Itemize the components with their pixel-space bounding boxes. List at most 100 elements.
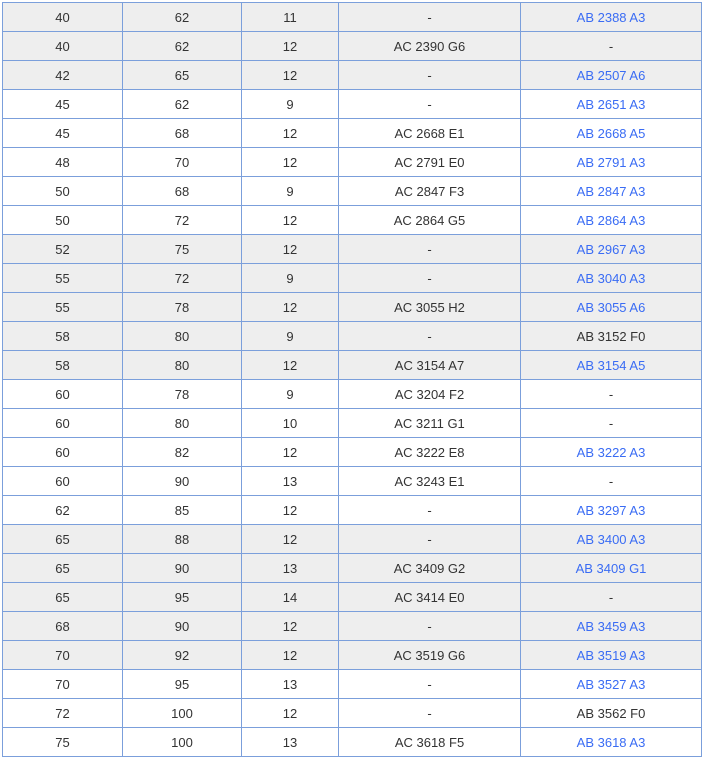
col-a-cell: 50 <box>2 176 123 206</box>
col-a-cell: 68 <box>2 611 123 641</box>
ab-code-cell: - <box>520 379 702 409</box>
ac-code-cell: - <box>338 321 521 351</box>
col-b-cell: 62 <box>122 2 242 32</box>
col-c-cell: 12 <box>241 292 339 322</box>
ab-code-link[interactable]: AB 3459 A3 <box>577 619 646 634</box>
col-c-cell: 13 <box>241 466 339 496</box>
table-row: 52 75 12- AB 2967 A3 <box>2 234 702 264</box>
table-row: 40 62 11- AB 2388 A3 <box>2 2 702 32</box>
ac-code-cell: AC 2791 E0 <box>338 147 521 177</box>
col-c-cell: 13 <box>241 727 339 757</box>
ac-code-cell: AC 3414 E0 <box>338 582 521 612</box>
col-a-cell: 60 <box>2 408 123 438</box>
ab-code-link[interactable]: AB 3400 A3 <box>577 532 646 547</box>
ab-code-link[interactable]: AB 3040 A3 <box>577 271 646 286</box>
col-b-cell: 85 <box>122 495 242 525</box>
table-row: 68 90 12- AB 3459 A3 <box>2 611 702 641</box>
ab-code-cell: AB 3297 A3 <box>520 495 702 525</box>
ac-code-cell: AC 3211 G1 <box>338 408 521 438</box>
col-a-cell: 55 <box>2 263 123 293</box>
ac-code-cell: AC 3243 E1 <box>338 466 521 496</box>
col-c-cell: 12 <box>241 524 339 554</box>
table-row: 75 100 13 AC 3618 F5 AB 3618 A3 <box>2 727 702 757</box>
col-c-cell: 10 <box>241 408 339 438</box>
ac-code-cell: - <box>338 60 521 90</box>
parts-table-body: 40 62 11- AB 2388 A3 40 62 12 AC 2390 G6-42 65 12… <box>2 2 702 757</box>
ab-code-link[interactable]: AB 2967 A3 <box>577 242 646 257</box>
table-row: 65 90 13 AC 3409 G2 AB 3409 G1 <box>2 553 702 583</box>
table-row: 45 62 9- AB 2651 A3 <box>2 89 702 119</box>
ab-code-link[interactable]: AB 3055 A6 <box>577 300 646 315</box>
col-c-cell: 13 <box>241 553 339 583</box>
col-c-cell: 12 <box>241 437 339 467</box>
table-row: 45 68 12 AC 2668 E1 AB 2668 A5 <box>2 118 702 148</box>
ab-code-link[interactable]: AB 2791 A3 <box>577 155 646 170</box>
ab-code-link[interactable]: AB 3222 A3 <box>577 445 646 460</box>
ab-code-link[interactable]: AB 2847 A3 <box>577 184 646 199</box>
table-row: 60 80 10 AC 3211 G1- <box>2 408 702 438</box>
ab-code-link[interactable]: AB 3618 A3 <box>577 735 646 750</box>
table-row: 50 72 12 AC 2864 G5 AB 2864 A3 <box>2 205 702 235</box>
col-b-cell: 100 <box>122 727 242 757</box>
col-c-cell: 12 <box>241 234 339 264</box>
col-a-cell: 65 <box>2 524 123 554</box>
ab-code-cell: AB 3222 A3 <box>520 437 702 467</box>
col-a-cell: 60 <box>2 437 123 467</box>
col-b-cell: 90 <box>122 553 242 583</box>
ab-code-cell: AB 2651 A3 <box>520 89 702 119</box>
ac-code-cell: - <box>338 611 521 641</box>
col-c-cell: 12 <box>241 31 339 61</box>
ab-code-link[interactable]: AB 3527 A3 <box>577 677 646 692</box>
ab-code-link[interactable]: AB 2651 A3 <box>577 97 646 112</box>
ab-code-cell: AB 3400 A3 <box>520 524 702 554</box>
parts-table: 40 62 11- AB 2388 A3 40 62 12 AC 2390 G6-42 65 12… <box>2 2 702 757</box>
col-b-cell: 100 <box>122 698 242 728</box>
ac-code-cell: - <box>338 495 521 525</box>
ac-code-cell: - <box>338 89 521 119</box>
col-c-cell: 12 <box>241 495 339 525</box>
ac-code-cell: - <box>338 234 521 264</box>
ac-code-cell: - <box>338 2 521 32</box>
col-c-cell: 9 <box>241 321 339 351</box>
ab-code-cell: AB 3618 A3 <box>520 727 702 757</box>
col-a-cell: 62 <box>2 495 123 525</box>
ab-code-cell: - <box>520 31 702 61</box>
ab-code-link[interactable]: AB 3409 G1 <box>576 561 647 576</box>
col-b-cell: 90 <box>122 466 242 496</box>
col-a-cell: 50 <box>2 205 123 235</box>
ab-code-cell: AB 2847 A3 <box>520 176 702 206</box>
table-row: 42 65 12- AB 2507 A6 <box>2 60 702 90</box>
ab-code-link[interactable]: AB 3154 A5 <box>577 358 646 373</box>
table-row: 48 70 12 AC 2791 E0 AB 2791 A3 <box>2 147 702 177</box>
col-b-cell: 80 <box>122 321 242 351</box>
col-a-cell: 58 <box>2 321 123 351</box>
col-b-cell: 88 <box>122 524 242 554</box>
table-row: 72 100 12- AB 3562 F0 <box>2 698 702 728</box>
ab-code-cell: - <box>520 408 702 438</box>
ac-code-cell: AC 3055 H2 <box>338 292 521 322</box>
col-b-cell: 62 <box>122 89 242 119</box>
ab-code-link[interactable]: AB 3519 A3 <box>577 648 646 663</box>
col-b-cell: 65 <box>122 60 242 90</box>
col-b-cell: 75 <box>122 234 242 264</box>
ab-code-cell: AB 2791 A3 <box>520 147 702 177</box>
ab-code-link[interactable]: AB 2864 A3 <box>577 213 646 228</box>
col-c-cell: 12 <box>241 640 339 670</box>
ab-code-cell: AB 2507 A6 <box>520 60 702 90</box>
ab-code-cell: AB 2388 A3 <box>520 2 702 32</box>
col-b-cell: 68 <box>122 118 242 148</box>
col-c-cell: 14 <box>241 582 339 612</box>
ab-code-link[interactable]: AB 2507 A6 <box>577 68 646 83</box>
ab-code-link[interactable]: AB 2668 A5 <box>577 126 646 141</box>
table-row: 70 92 12 AC 3519 G6 AB 3519 A3 <box>2 640 702 670</box>
ab-code-link[interactable]: AB 2388 A3 <box>577 10 646 25</box>
col-b-cell: 68 <box>122 176 242 206</box>
col-c-cell: 12 <box>241 205 339 235</box>
ab-code-link[interactable]: AB 3297 A3 <box>577 503 646 518</box>
ab-code-cell: AB 3527 A3 <box>520 669 702 699</box>
ac-code-cell: AC 3409 G2 <box>338 553 521 583</box>
col-c-cell: 12 <box>241 147 339 177</box>
table-row: 50 68 9 AC 2847 F3 AB 2847 A3 <box>2 176 702 206</box>
ac-code-cell: - <box>338 669 521 699</box>
col-b-cell: 62 <box>122 31 242 61</box>
